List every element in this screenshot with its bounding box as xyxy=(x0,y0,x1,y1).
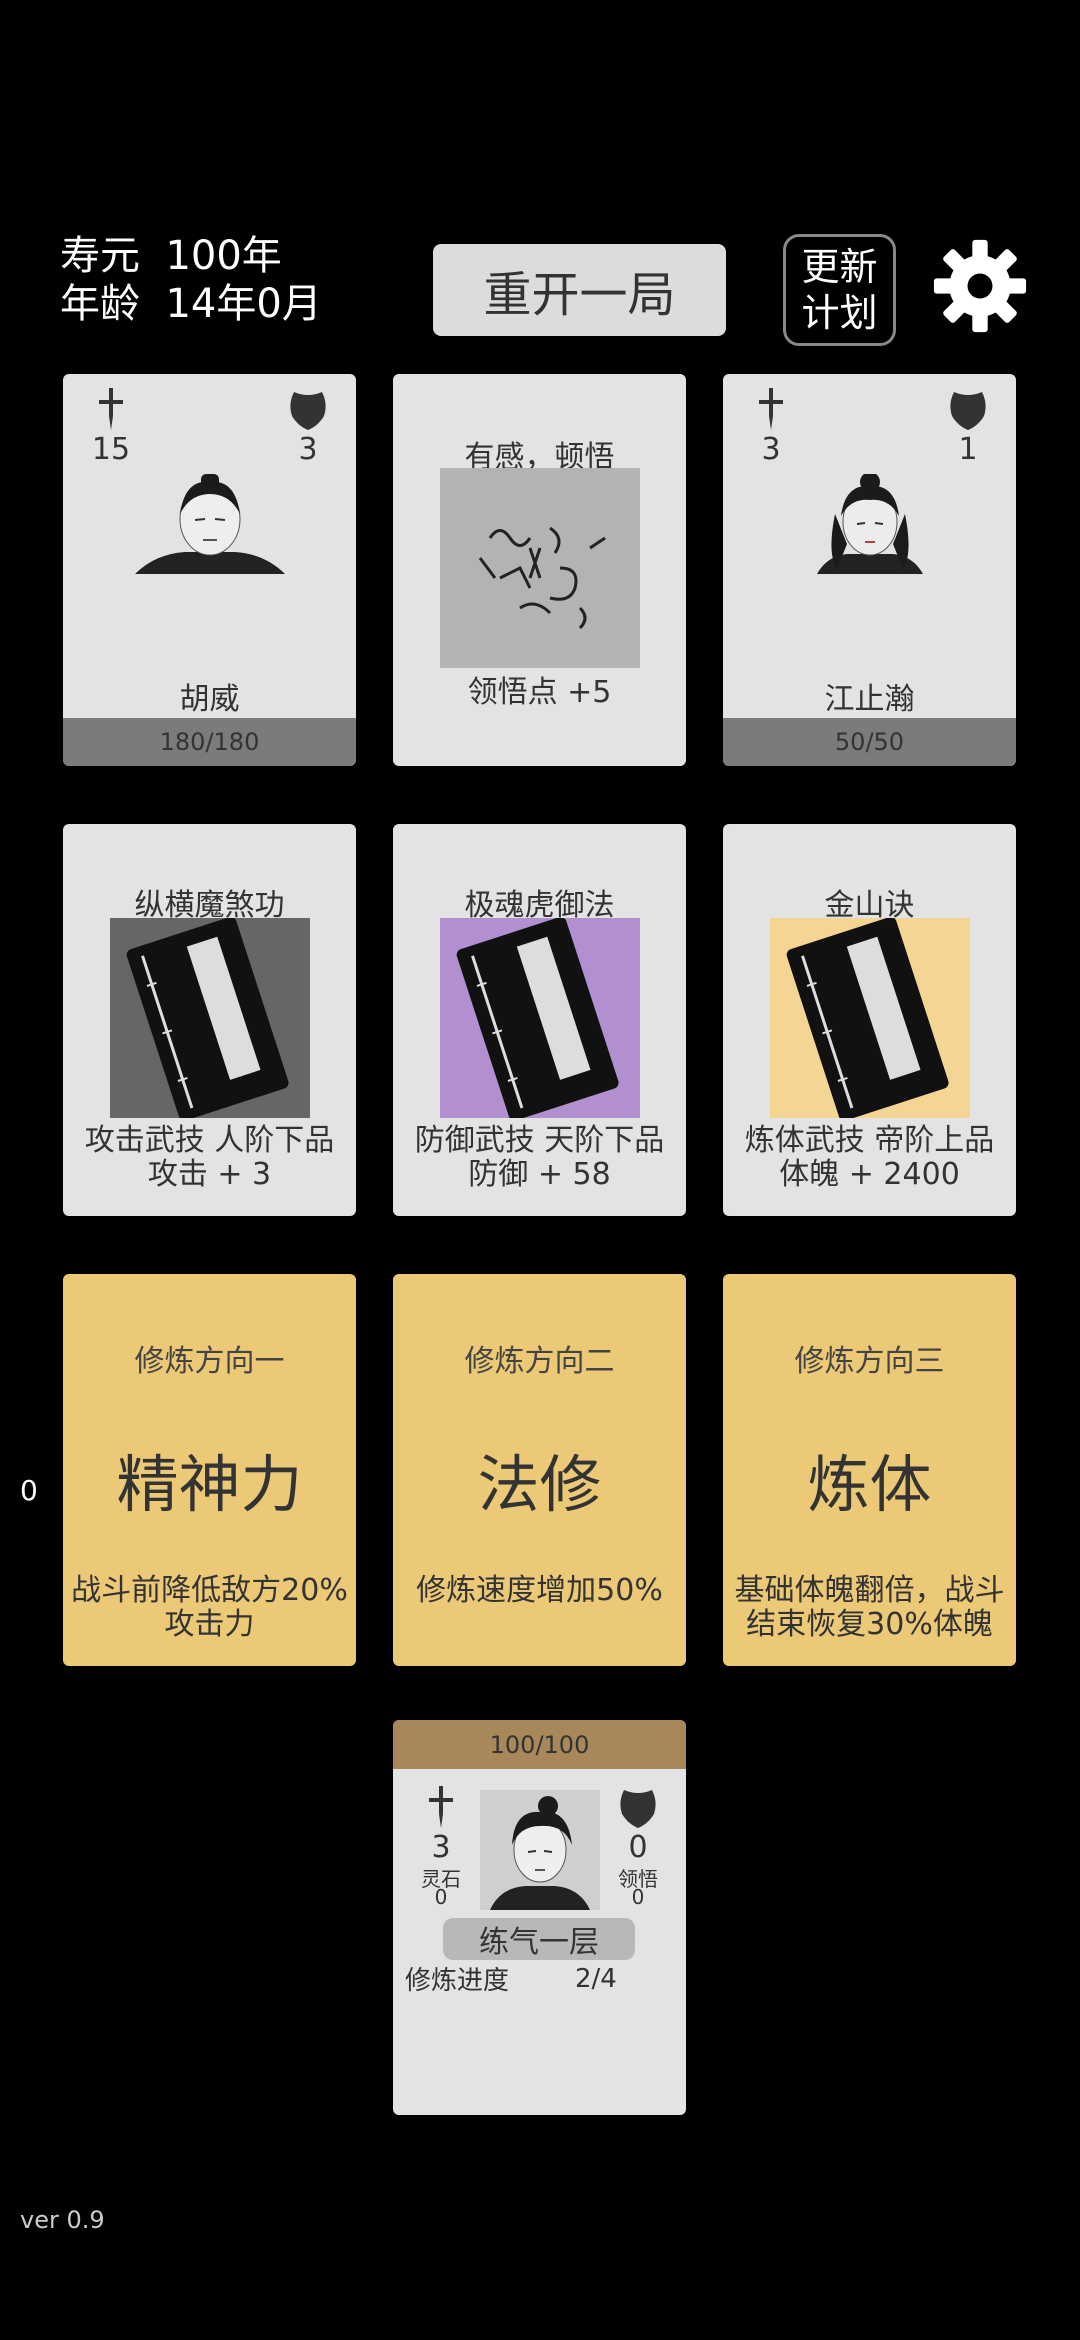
direction-title: 修炼方向二 xyxy=(464,1344,615,1379)
direction-desc: 修炼速度增加50% xyxy=(416,1573,663,1608)
shield-icon xyxy=(950,392,986,430)
lifespan-value: 100年 xyxy=(165,233,282,279)
skill-card-1[interactable]: 纵横魔煞功 攻击武技 人阶下品 攻击 + 3 xyxy=(63,824,356,1216)
skill-type: 防御武技 天阶下品 xyxy=(414,1123,665,1158)
event-card[interactable]: 有感，顿悟 领悟点 +5 xyxy=(393,374,686,766)
sword-icon xyxy=(429,1786,453,1828)
defense-value: 1 xyxy=(958,432,978,467)
life-info: 寿元 100年 年龄 14年0月 xyxy=(60,232,322,328)
spirit-stone-value: 0 xyxy=(434,1885,448,1909)
enemy-card-2[interactable]: 3 1 江止瀚 50/50 xyxy=(723,374,1016,766)
direction-name: 精神力 xyxy=(116,1448,303,1521)
insight-value: 0 xyxy=(631,1885,645,1909)
book-icon xyxy=(110,918,310,1118)
update-plan-button[interactable]: 更新 计划 xyxy=(783,234,896,346)
enemy-portrait xyxy=(135,474,285,574)
progress-value: 2/4 xyxy=(575,1964,617,1994)
player-defense: 0 xyxy=(628,1830,648,1865)
direction-title: 修炼方向一 xyxy=(134,1344,285,1379)
enemy-name: 江止瀚 xyxy=(824,682,915,717)
attack-value: 15 xyxy=(91,432,131,467)
direction-name: 炼体 xyxy=(807,1448,932,1521)
hp-bar: 50/50 xyxy=(723,718,1016,766)
progress-label: 修炼进度 xyxy=(405,1966,510,1996)
enemy-name: 胡威 xyxy=(179,682,240,717)
player-attack: 3 xyxy=(431,1830,451,1865)
skill-type: 攻击武技 人阶下品 xyxy=(84,1123,335,1158)
skill-effect: 攻击 + 3 xyxy=(147,1157,272,1192)
lifespan-label: 寿元 xyxy=(60,233,140,279)
sword-icon xyxy=(759,388,783,430)
cultivation-direction-3[interactable]: 修炼方向三 炼体 基础体魄翻倍，战斗 结束恢复30%体魄 xyxy=(723,1274,1016,1666)
hp-bar: 180/180 xyxy=(63,718,356,766)
age-value: 14年0月 xyxy=(165,281,322,327)
realm-badge: 练气一层 xyxy=(443,1918,635,1960)
enemy-card-1[interactable]: 15 3 胡威 180/180 xyxy=(63,374,356,766)
direction-desc: 基础体魄翻倍，战斗 结束恢复30%体魄 xyxy=(734,1573,1005,1642)
attack-value: 3 xyxy=(761,432,781,467)
cultivation-direction-1[interactable]: 修炼方向一 精神力 战斗前降低敌方20% 攻击力 xyxy=(63,1274,356,1666)
skill-card-3[interactable]: 金山诀 炼体武技 帝阶上品 体魄 + 2400 xyxy=(723,824,1016,1216)
enemy-portrait xyxy=(817,474,923,574)
side-counter: 0 xyxy=(20,1474,38,1507)
restart-button[interactable]: 重开一局 xyxy=(433,244,726,336)
enlightenment-image xyxy=(440,468,640,668)
gear-icon[interactable] xyxy=(932,238,1028,334)
book-icon xyxy=(440,918,640,1118)
book-icon xyxy=(770,918,970,1118)
sword-icon xyxy=(99,388,123,430)
event-reward: 领悟点 +5 xyxy=(467,675,612,710)
version-label: ver 0.9 xyxy=(20,2206,105,2234)
player-card[interactable]: 100/100 3 灵石 0 0 领悟 0 练气一层 修炼进度 2/4 xyxy=(393,1720,686,2115)
age-label: 年龄 xyxy=(60,281,140,327)
player-hp-bar: 100/100 xyxy=(393,1720,686,1769)
skill-effect: 防御 + 58 xyxy=(468,1157,611,1192)
skill-type: 炼体武技 帝阶上品 xyxy=(744,1123,995,1158)
player-avatar xyxy=(480,1790,600,1910)
shield-icon xyxy=(620,1790,656,1828)
skill-effect: 体魄 + 2400 xyxy=(779,1157,960,1192)
shield-icon xyxy=(290,392,326,430)
skill-card-2[interactable]: 极魂虎御法 防御武技 天阶下品 防御 + 58 xyxy=(393,824,686,1216)
cultivation-direction-2[interactable]: 修炼方向二 法修 修炼速度增加50% xyxy=(393,1274,686,1666)
direction-desc: 战斗前降低敌方20% 攻击力 xyxy=(71,1573,348,1642)
defense-value: 3 xyxy=(298,432,318,467)
direction-title: 修炼方向三 xyxy=(794,1344,945,1379)
direction-name: 法修 xyxy=(477,1448,602,1521)
